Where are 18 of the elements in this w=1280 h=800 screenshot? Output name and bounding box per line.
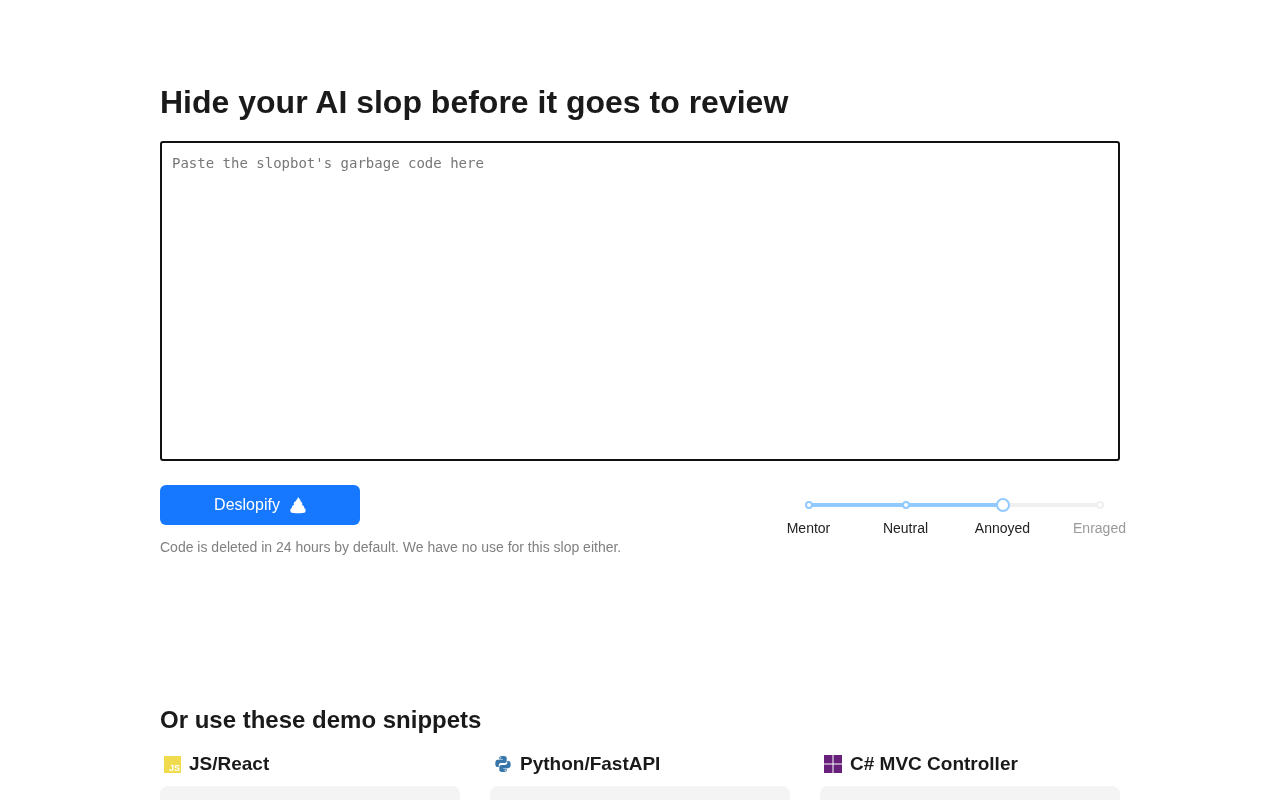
slider-stop[interactable] [901,501,910,509]
slider-stop[interactable] [995,498,1010,512]
code-input-field[interactable]: Paste the slopbot's garbage code here [160,141,1120,461]
deslopify-button[interactable]: Deslopify [160,485,360,525]
retention-note: Code is deleted in 24 hours by default. We have no use for this slop either. [160,538,622,557]
poop-icon [289,496,306,514]
snippet-title[interactable]: Python/FastAPI [520,749,661,779]
page-title: Hide your AI slop before it goes to review [160,83,790,122]
slider-label[interactable]: Annoyed [974,520,1031,536]
windows-icon [824,755,842,773]
slider-label[interactable]: Mentor [786,520,831,536]
section-heading: Or use these demo snippets [160,705,483,735]
snippet-title[interactable]: C# MVC Controller [850,749,1018,779]
badge-text: JS [169,762,181,773]
slider-stop[interactable] [804,501,813,509]
snippet-title[interactable]: JS/React [189,749,270,779]
slider-label[interactable]: Neutral [882,520,929,536]
python-icon [494,755,512,773]
